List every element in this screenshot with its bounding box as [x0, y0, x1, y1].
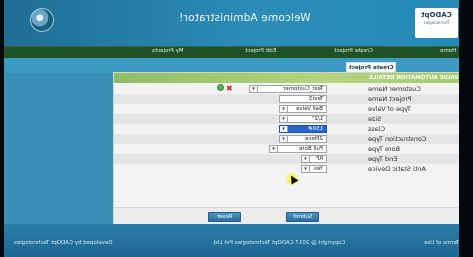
- company-logo[interactable]: CADOpt Technologies: [415, 8, 458, 38]
- form-row-construction-type: Construction Type ▾ 2Piece: [114, 134, 466, 144]
- end-type-value: RF: [316, 156, 323, 162]
- customer-name-select[interactable]: ▾ Test_Customer: [249, 85, 327, 93]
- end-type-label: End Type: [368, 155, 398, 163]
- reset-button[interactable]: Reset: [208, 212, 241, 222]
- anti-static-device-label: Anti Static Device: [368, 165, 426, 173]
- size-label: Size: [368, 115, 382, 123]
- form-row-bore-type: Bore Type ▾ Full Bore: [114, 144, 466, 154]
- footer-terms-link[interactable]: Terms of Use: [424, 240, 459, 246]
- chevron-down-icon: ▾: [250, 86, 258, 92]
- valve-form-panel: VALVE AUTOMATION DETAILS Customer Name ▾…: [113, 72, 466, 225]
- section-title: VALVE AUTOMATION DETAILS: [369, 75, 459, 81]
- chevron-down-icon: ▾: [270, 146, 278, 152]
- app-footer: Developed by CADOpt Technologies Copyrig…: [4, 224, 466, 257]
- form-actions: Submit Reset: [114, 207, 466, 225]
- welcome-message: Welcome Administrator!: [179, 12, 311, 24]
- class-value: 150#: [307, 126, 323, 132]
- main-menu: Home Create Project Edit Project My Proj…: [4, 46, 466, 58]
- size-select[interactable]: ▾ 1/2": [279, 115, 327, 123]
- swirl-decoration-icon: [30, 8, 54, 32]
- reset-button-label: Reset: [216, 214, 233, 220]
- app-header: Welcome Administrator! CADOpt Technologi…: [4, 0, 466, 46]
- construction-type-value: 2Piece: [304, 136, 323, 142]
- construction-type-label: Construction Type: [368, 135, 427, 143]
- chevron-down-icon: ▾: [280, 116, 288, 122]
- type-of-valve-value: Ball Valve: [296, 106, 323, 112]
- tab-strip: Create Project: [4, 58, 466, 73]
- type-of-valve-label: Type of Valve: [368, 105, 411, 113]
- form-row-size: Size ▾ 1/2": [114, 114, 466, 124]
- anti-static-device-select[interactable]: ▾ Yes: [301, 165, 327, 173]
- menu-item-create-project[interactable]: Create Project: [334, 48, 373, 54]
- form-row-project-name: Project Name Test3: [114, 94, 466, 104]
- submit-button-label: Submit: [292, 214, 313, 220]
- customer-name-value: Test_Customer: [282, 86, 323, 92]
- clear-icon[interactable]: ✖: [226, 85, 233, 93]
- class-select[interactable]: ▾ 150#: [279, 125, 327, 133]
- footer-developed-by: Developed by CADOpt Technologies: [14, 240, 113, 246]
- customer-name-label: Customer Name: [368, 85, 421, 93]
- menu-item-my-projects[interactable]: My Projects: [152, 48, 183, 54]
- size-value: 1/2": [311, 116, 323, 122]
- refresh-icon[interactable]: [217, 84, 224, 91]
- bore-type-value: Full Bore: [299, 146, 323, 152]
- form-rows: Customer Name ▾ Test_Customer ✖ Project …: [114, 84, 466, 174]
- logo-name: CADOpt: [421, 11, 452, 19]
- construction-type-select[interactable]: ▾ 2Piece: [279, 135, 327, 143]
- project-name-label: Project Name: [368, 95, 412, 103]
- section-title-bar: VALVE AUTOMATION DETAILS: [114, 73, 466, 83]
- form-row-end-type: End Type ▾ RF: [114, 154, 466, 164]
- type-of-valve-select[interactable]: ▾ Ball Valve: [279, 105, 327, 113]
- end-type-select[interactable]: ▾ RF: [301, 155, 327, 163]
- class-label: Class: [368, 125, 386, 133]
- project-name-input[interactable]: Test3: [279, 95, 327, 103]
- menu-item-home[interactable]: Home: [440, 48, 456, 54]
- bore-type-select[interactable]: ▾ Full Bore: [269, 145, 327, 153]
- chevron-down-icon: ▾: [302, 156, 310, 162]
- logo-tagline: Technologies: [423, 20, 450, 25]
- bore-type-label: Bore Type: [368, 145, 400, 153]
- footer-copyright: Copyright @ 2017 CADOpt Technologies Pvt…: [212, 240, 346, 246]
- chevron-down-icon: ▾: [302, 166, 310, 172]
- form-row-type-of-valve: Type of Valve ▾ Ball Valve: [114, 104, 466, 114]
- chevron-down-icon: ▾: [280, 106, 288, 112]
- chevron-down-icon: ▾: [280, 126, 288, 132]
- right-bezel: [459, 0, 466, 257]
- form-row-customer-name: Customer Name ▾ Test_Customer ✖: [114, 84, 466, 94]
- browser-viewport: Welcome Administrator! CADOpt Technologi…: [4, 0, 466, 257]
- project-name-value: Test3: [308, 96, 323, 102]
- form-row-class: Class ▾ 150#: [114, 124, 466, 134]
- chevron-down-icon: ▾: [280, 136, 288, 142]
- anti-static-device-value: Yes: [314, 166, 323, 172]
- submit-button[interactable]: Submit: [286, 212, 319, 222]
- menu-item-edit-project[interactable]: Edit Project: [245, 48, 276, 54]
